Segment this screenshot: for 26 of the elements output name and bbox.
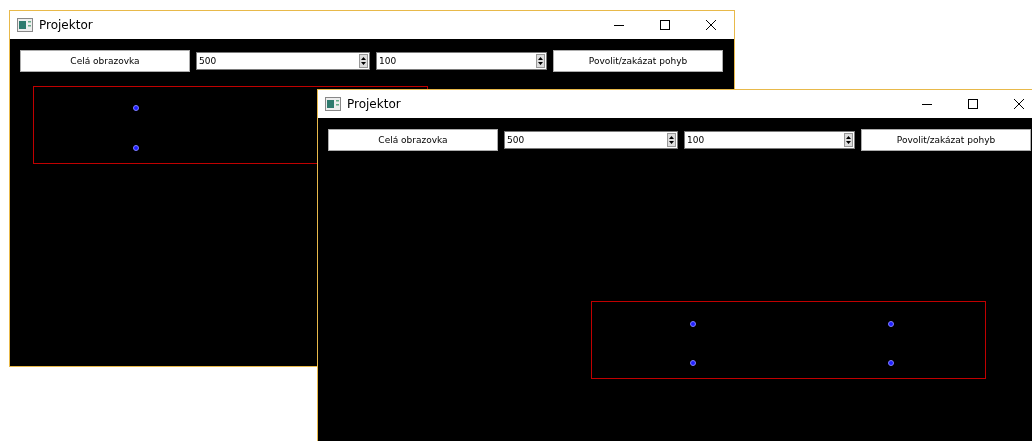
window-title: Projektor	[347, 97, 401, 111]
maximize-icon	[660, 20, 670, 30]
window-title: Projektor	[39, 18, 93, 32]
spin-field[interactable]: 100	[376, 52, 547, 70]
handle-point[interactable]	[690, 360, 696, 366]
app-icon	[17, 18, 33, 32]
toggle-motion-button[interactable]: Povolit/zakázat pohyb	[553, 50, 723, 72]
spinner-arrows-icon[interactable]	[359, 54, 368, 68]
close-icon	[706, 20, 716, 30]
handle-point[interactable]	[133, 145, 139, 151]
spin-field[interactable]: 100	[684, 131, 855, 149]
spin-field[interactable]: 500	[504, 131, 678, 149]
fullscreen-button[interactable]: Celá obrazovka	[328, 129, 498, 151]
handle-point[interactable]	[888, 360, 894, 366]
app-icon	[325, 97, 341, 111]
close-icon	[1014, 99, 1024, 109]
handle-point[interactable]	[133, 105, 139, 111]
handle-point[interactable]	[888, 321, 894, 327]
spin-field[interactable]: 500	[196, 52, 370, 70]
maximize-icon	[968, 99, 978, 109]
handle-point[interactable]	[690, 321, 696, 327]
fullscreen-button[interactable]: Celá obrazovka	[20, 50, 190, 72]
spinner-arrows-icon[interactable]	[536, 54, 545, 68]
spinner-arrows-icon[interactable]	[667, 133, 676, 147]
spinner-arrows-icon[interactable]	[844, 133, 853, 147]
toggle-motion-button[interactable]: Povolit/zakázat pohyb	[861, 129, 1031, 151]
